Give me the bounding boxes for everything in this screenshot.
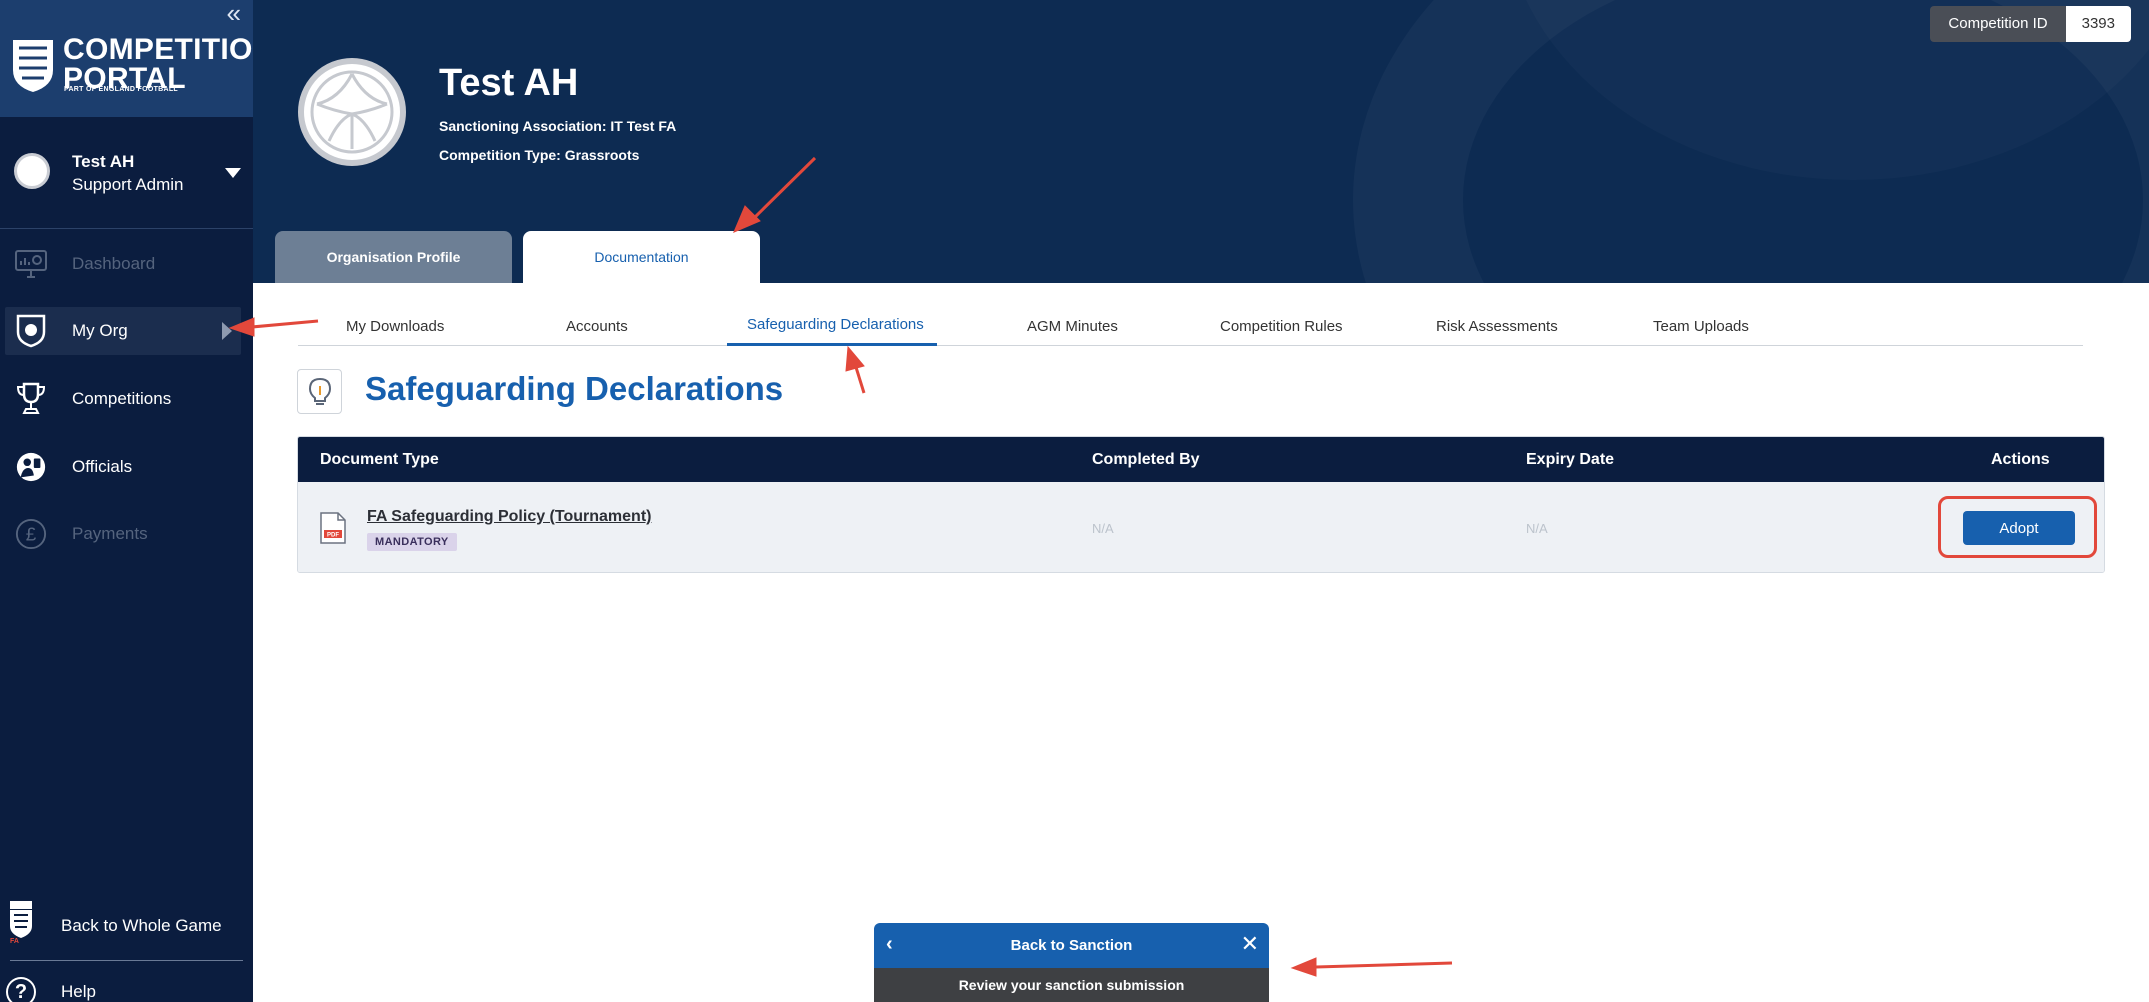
football-icon [310, 70, 394, 154]
fa-crest-text: FA [10, 938, 19, 945]
sidebar-item-label: Competitions [72, 389, 172, 408]
back-to-sanction-widget: ‹ Back to Sanction ✕ Review your sanctio… [874, 923, 1269, 1002]
table-row: PDF FA Safeguarding Policy (Tournament) … [298, 482, 2104, 572]
sidebar-item-dashboard[interactable]: Dashboard [5, 240, 241, 288]
sidebar-item-officials[interactable]: Officials [5, 443, 241, 491]
annotation-arrow-head [845, 345, 865, 372]
caret-down-icon[interactable] [225, 168, 241, 178]
logo-title: COMPETITION PORTAL [63, 33, 275, 95]
document-link[interactable]: FA Safeguarding Policy (Tournament) [367, 508, 651, 526]
user-avatar [14, 153, 50, 189]
collapse-sidebar-icon[interactable]: « [227, 0, 241, 26]
subtab-accounts[interactable]: Accounts [566, 318, 628, 335]
column-header-actions: Actions [1991, 451, 2050, 468]
mandatory-badge: MANDATORY [367, 533, 457, 551]
page-title: Safeguarding Declarations [365, 370, 784, 407]
table-header: Document Type Completed By Expiry Date A… [298, 437, 2104, 482]
org-avatar [298, 58, 406, 166]
svg-text:£: £ [26, 524, 37, 545]
help-icon: ? [6, 977, 36, 1002]
tab-organisation-profile[interactable]: Organisation Profile [275, 231, 512, 283]
pound-icon: £ [15, 518, 47, 550]
declarations-table: Document Type Completed By Expiry Date A… [297, 436, 2105, 573]
sidebar-item-my-org[interactable]: My Org [5, 307, 241, 355]
column-header-document-type: Document Type [320, 451, 439, 468]
competition-type: Competition Type: Grassroots [439, 147, 640, 163]
trophy-icon [15, 382, 47, 415]
column-header-completed-by: Completed By [1092, 451, 1200, 468]
user-name: Test AH [72, 152, 135, 171]
user-role: Support Admin [72, 175, 184, 194]
subtab-team-uploads[interactable]: Team Uploads [1653, 318, 1749, 335]
subtab-competition-rules[interactable]: Competition Rules [1220, 318, 1343, 335]
competition-id-label: Competition ID [1930, 6, 2066, 42]
subtab-agm-minutes[interactable]: AGM Minutes [1027, 318, 1118, 335]
sidebar-item-label: Dashboard [72, 254, 156, 273]
chevron-right-icon [222, 322, 232, 340]
sidebar-item-payments[interactable]: £ Payments [5, 510, 241, 558]
sanctioning-association: Sanctioning Association: IT Test FA [439, 118, 677, 134]
org-header: Test AH Sanctioning Association: IT Test… [253, 0, 2149, 283]
header-decoration [1353, 0, 2149, 283]
svg-text:PDF: PDF [327, 533, 339, 539]
expiry-date-value: N/A [1526, 521, 1548, 536]
column-header-expiry-date: Expiry Date [1526, 451, 1615, 468]
subtab-my-downloads[interactable]: My Downloads [346, 318, 444, 335]
back-to-sanction-title: Back to Sanction [1010, 937, 1133, 954]
adopt-button[interactable]: Adopt [1963, 511, 2075, 545]
logo-subtitle: PART OF ENGLAND FOOTBALL [64, 86, 179, 93]
sidebar-item-competitions[interactable]: Competitions [5, 375, 241, 423]
active-subtab-indicator [727, 343, 937, 346]
subtab-safeguarding-declarations[interactable]: Safeguarding Declarations [747, 316, 924, 333]
sidebar-item-label: My Org [72, 321, 128, 340]
officials-icon [15, 451, 47, 483]
dashboard-icon [15, 248, 47, 280]
user-menu[interactable]: Test AH Support Admin [0, 140, 253, 220]
tab-documentation[interactable]: Documentation [523, 231, 760, 283]
sidebar-divider [10, 960, 243, 961]
back-to-whole-game-label: Back to Whole Game [61, 916, 222, 935]
shield-icon [15, 314, 47, 348]
competition-id-value: 3393 [2065, 6, 2131, 42]
sidebar-divider [0, 228, 253, 229]
close-icon[interactable]: ✕ [1241, 931, 1259, 957]
documentation-subtabs: My Downloads Accounts Safeguarding Decla… [298, 310, 2083, 346]
help-link[interactable]: ? Help [0, 970, 253, 1002]
sidebar: « COMPETITION PORTAL PART OF ENGLAND FOO… [0, 0, 274, 1002]
org-name: Test AH [439, 62, 579, 104]
lightbulb-icon [297, 369, 342, 414]
pdf-file-icon: PDF [320, 512, 346, 544]
sidebar-item-label: Payments [72, 524, 148, 543]
help-label: Help [61, 982, 96, 1001]
sanction-review-message[interactable]: Review your sanction submission [874, 968, 1269, 1002]
lions-crest-icon [13, 40, 53, 92]
back-to-whole-game-link[interactable]: FA Back to Whole Game [0, 900, 253, 950]
sidebar-logo-area: « COMPETITION PORTAL PART OF ENGLAND FOO… [0, 0, 274, 117]
competition-id-badge: Competition ID 3393 [1930, 6, 2131, 42]
subtab-risk-assessments[interactable]: Risk Assessments [1436, 318, 1558, 335]
sidebar-item-label: Officials [72, 457, 133, 476]
completed-by-value: N/A [1092, 521, 1114, 536]
app-root: « COMPETITION PORTAL PART OF ENGLAND FOO… [0, 0, 2149, 1002]
back-to-sanction-header[interactable]: ‹ Back to Sanction ✕ [874, 923, 1269, 968]
annotation-arrow-head [1290, 957, 1317, 977]
